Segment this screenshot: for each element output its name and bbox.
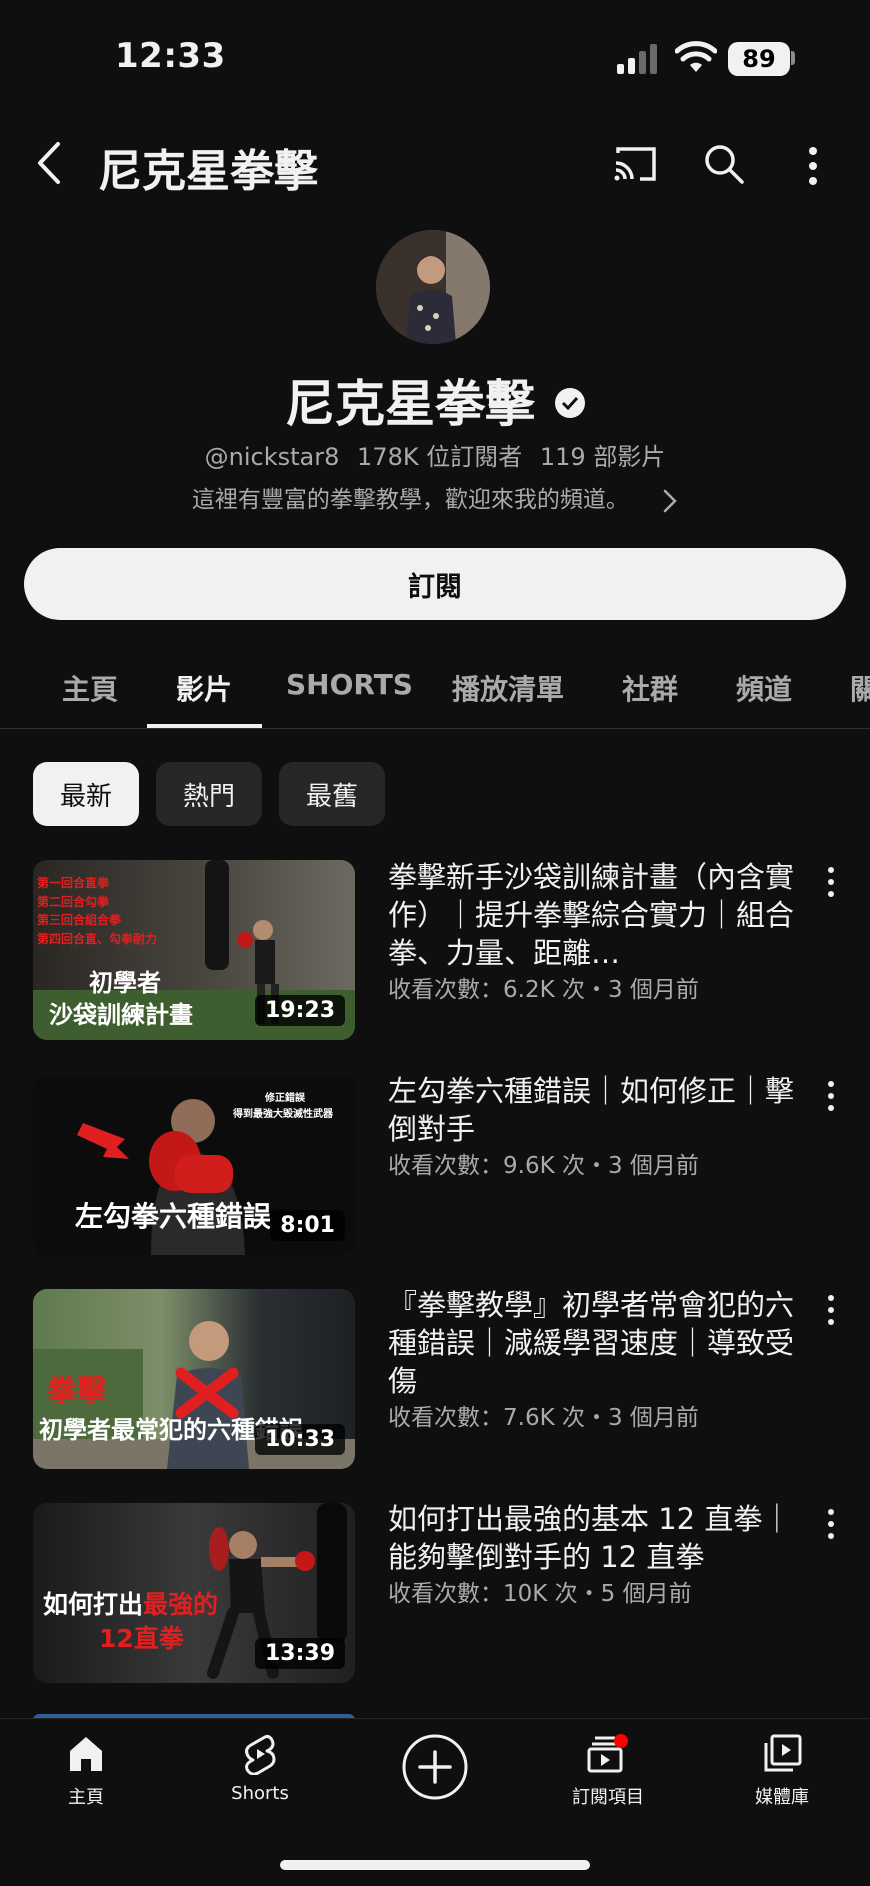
video-duration: 13:39 <box>254 1638 345 1669</box>
status-time: 12:33 <box>115 36 226 76</box>
video-meta: 收看次數：10K 次・5 個月前 <box>388 1581 692 1607</box>
video-title[interactable]: 『拳擊教學』初學者常會犯的六種錯誤｜減緩學習速度｜導致受傷 <box>388 1286 800 1400</box>
battery-tip <box>791 51 795 65</box>
video-more-icon[interactable] <box>826 866 836 898</box>
video-duration: 19:23 <box>254 995 345 1026</box>
video-more-icon[interactable] <box>826 1080 836 1112</box>
nav-library[interactable]: 媒體庫 <box>722 1733 842 1809</box>
back-icon[interactable] <box>34 140 64 186</box>
nav-create[interactable] <box>375 1733 495 1805</box>
nav-library-label: 媒體庫 <box>755 1787 809 1808</box>
wifi-icon <box>675 41 717 72</box>
video-count: 119 部影片 <box>539 443 666 471</box>
video-meta: 收看次數：9.6K 次・3 個月前 <box>388 1153 699 1179</box>
tab-channels[interactable]: 頻道 <box>736 668 792 708</box>
video-meta: 收看次數：6.2K 次・3 個月前 <box>388 977 699 1003</box>
cast-icon[interactable] <box>612 145 658 183</box>
thumb-text-1: 初學者 <box>89 969 161 997</box>
channel-name-row: 尼克星拳擊 <box>0 364 870 436</box>
video-title[interactable]: 左勾拳六種錯誤｜如何修正｜擊倒對手 <box>388 1072 800 1148</box>
search-icon[interactable] <box>703 143 745 185</box>
tab-playlists[interactable]: 播放清單 <box>452 668 564 708</box>
thumb-title-text: 如何打出最強的 <box>43 1590 219 1620</box>
thumb-small-1: 修正錯誤 <box>265 1093 305 1104</box>
thumb-main-text: 左勾拳六種錯誤 <box>75 1200 272 1233</box>
tab-about[interactable]: 關 <box>850 668 870 708</box>
chip-popular[interactable]: 熱門 <box>156 762 262 826</box>
thumb-red-text: 最強的 <box>143 1590 219 1619</box>
thumb-text-2: 沙袋訓練計畫 <box>49 1001 193 1029</box>
nav-home[interactable]: 主頁 <box>26 1733 146 1809</box>
tab-shorts[interactable]: SHORTS <box>286 668 413 701</box>
channel-tabs: 主頁 影片 SHORTS 播放清單 社群 頻道 關 <box>0 648 870 728</box>
shorts-icon <box>245 1734 276 1776</box>
channel-name: 尼克星拳擊 <box>285 375 535 433</box>
channel-avatar[interactable] <box>376 230 490 344</box>
video-thumbnail[interactable]: 拳擊 初學者最常犯的六種錯誤 10:33 <box>33 1289 355 1469</box>
video-meta: 收看次數：7.6K 次・3 個月前 <box>388 1405 699 1431</box>
description-text: 這裡有豐富的拳擊教學，歡迎來我的頻道。 <box>191 487 629 513</box>
home-indicator <box>280 1860 590 1870</box>
more-vert-icon[interactable] <box>806 146 820 186</box>
video-thumbnail[interactable]: 如何打出最強的 12直拳 13:39 <box>33 1503 355 1683</box>
channel-meta: @nickstar8 178K 位訂閱者 119 部影片 <box>0 437 870 472</box>
tab-videos[interactable]: 影片 <box>176 668 232 708</box>
home-icon <box>70 1737 102 1771</box>
video-duration: 10:33 <box>254 1424 345 1455</box>
thumb-list: 第一回合直拳 第二回合勾拳 第三回合組合拳 第四回合直、勾拳耐力 <box>37 876 158 946</box>
video-title[interactable]: 拳擊新手沙袋訓練計畫（內含實作）｜提升拳擊綜合實力｜組合拳、力量、距離… <box>388 858 800 972</box>
verified-icon <box>555 388 585 418</box>
tabs-divider <box>0 728 870 729</box>
nav-subscriptions-label: 訂閱項目 <box>572 1787 644 1808</box>
library-icon <box>764 1734 802 1772</box>
video-more-icon[interactable] <box>826 1508 836 1540</box>
video-title[interactable]: 如何打出最強的基本 12 直拳｜能夠擊倒對手的 12 直拳 <box>388 1500 800 1576</box>
chip-oldest[interactable]: 最舊 <box>279 762 385 826</box>
signal-icon <box>617 44 657 74</box>
avatar-photo <box>376 230 490 344</box>
create-icon <box>402 1734 468 1800</box>
nav-shorts-label: Shorts <box>231 1783 289 1804</box>
video-thumbnail[interactable]: 修正錯誤 得到最強大毀滅性武器 左勾拳六種錯誤 8:01 <box>33 1075 355 1255</box>
chip-latest[interactable]: 最新 <box>33 762 139 826</box>
tab-community[interactable]: 社群 <box>622 668 678 708</box>
nav-subscriptions[interactable]: 訂閱項目 <box>548 1733 668 1809</box>
video-more-icon[interactable] <box>826 1294 836 1326</box>
channel-handle: @nickstar8 <box>204 443 340 471</box>
subscriptions-icon <box>587 1734 628 1773</box>
tab-home[interactable]: 主頁 <box>62 668 118 708</box>
thumb-white-text: 如何打出 <box>43 1590 144 1619</box>
thumb-small-2: 得到最強大毀滅性武器 <box>233 1109 333 1120</box>
thumb-red-text: 拳擊 <box>47 1374 107 1409</box>
chevron-right-icon <box>663 489 677 512</box>
subscribe-button[interactable]: 訂閱 <box>24 548 846 620</box>
nav-shorts[interactable]: Shorts <box>200 1733 320 1804</box>
channel-description[interactable]: 這裡有豐富的拳擊教學，歡迎來我的頻道。 <box>0 480 870 514</box>
subscriber-count: 178K 位訂閱者 <box>357 443 523 471</box>
nav-home-label: 主頁 <box>68 1787 104 1808</box>
thumb-line-2: 12直拳 <box>99 1624 184 1653</box>
header-title: 尼克星拳擊 <box>98 146 318 197</box>
video-duration: 8:01 <box>270 1210 345 1241</box>
battery-indicator: 89 <box>728 42 790 76</box>
video-thumbnail[interactable]: 第一回合直拳 第二回合勾拳 第三回合組合拳 第四回合直、勾拳耐力 初學者 沙袋訓… <box>33 860 355 1040</box>
